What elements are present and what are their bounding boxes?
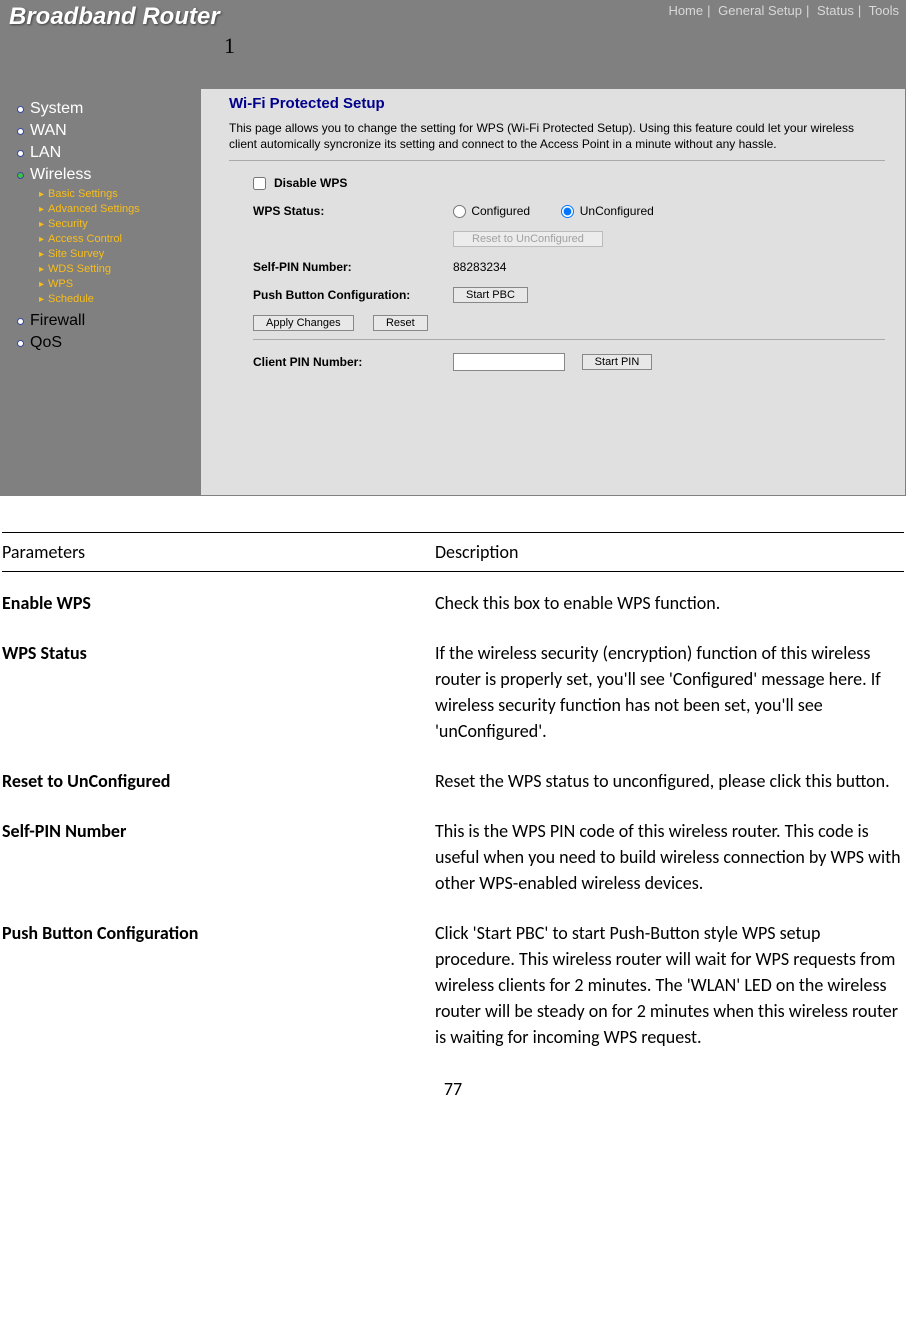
corner-number: 1	[224, 33, 235, 59]
nav-sub-site-survey[interactable]: ▸Site Survey	[39, 247, 189, 262]
nav-wireless-sub: ▸Basic Settings ▸Advanced Settings ▸Secu…	[39, 187, 189, 307]
nav-sub-access-control[interactable]: ▸Access Control	[39, 232, 189, 247]
param-name: Reset to UnConfigured	[2, 768, 435, 818]
doc-section: Parameters Description Enable WPS Check …	[0, 524, 906, 1074]
sidebar-nav: System WAN LAN Wireless ▸Basic Settings …	[1, 89, 201, 495]
router-top-nav: Home| General Setup| Status| Tools	[668, 3, 899, 18]
nav-sub-wds[interactable]: ▸WDS Setting	[39, 262, 189, 277]
nav-wan[interactable]: WAN	[17, 121, 189, 141]
param-name: Enable WPS	[2, 590, 435, 640]
nav-firewall[interactable]: Firewall	[17, 311, 189, 331]
start-pin-button[interactable]: Start PIN	[582, 354, 653, 370]
apply-changes-button[interactable]: Apply Changes	[253, 315, 354, 331]
table-row: Push Button Configuration Click 'Start P…	[2, 920, 904, 1074]
table-row: Self-PIN Number This is the WPS PIN code…	[2, 818, 904, 920]
nav-sub-wps[interactable]: ▸WPS	[39, 277, 189, 292]
router-title: Broadband Router	[9, 3, 220, 31]
self-pin-label: Self-PIN Number:	[253, 260, 453, 274]
param-desc: Check this box to enable WPS function.	[435, 590, 904, 640]
param-name: WPS Status	[2, 640, 435, 768]
router-header: Broadband Router Home| General Setup| St…	[1, 1, 905, 89]
client-pin-input[interactable]	[453, 353, 565, 371]
nav-lan[interactable]: LAN	[17, 143, 189, 163]
table-header-row: Parameters Description	[2, 533, 904, 572]
divider	[229, 160, 885, 161]
nav-sub-security[interactable]: ▸Security	[39, 217, 189, 232]
radio-unconfigured[interactable]	[561, 205, 574, 218]
page-number: 77	[0, 1074, 906, 1110]
divider-2	[253, 339, 885, 340]
param-desc: Reset the WPS status to unconfigured, pl…	[435, 768, 904, 818]
start-pbc-button[interactable]: Start PBC	[453, 287, 528, 303]
table-row: WPS Status If the wireless security (enc…	[2, 640, 904, 768]
radio-configured[interactable]	[453, 205, 466, 218]
nav-sub-advanced[interactable]: ▸Advanced Settings	[39, 202, 189, 217]
nav-wireless[interactable]: Wireless	[17, 165, 189, 185]
topnav-home[interactable]: Home	[668, 3, 703, 18]
table-row: Reset to UnConfigured Reset the WPS stat…	[2, 768, 904, 818]
th-parameters: Parameters	[2, 533, 435, 572]
page-desc: This page allows you to change the setti…	[229, 120, 885, 152]
page-heading: Wi-Fi Protected Setup	[229, 95, 885, 112]
nav-system[interactable]: System	[17, 99, 189, 119]
client-pin-label: Client PIN Number:	[253, 355, 453, 369]
router-admin-ui: Broadband Router Home| General Setup| St…	[0, 0, 906, 496]
nav-sub-basic[interactable]: ▸Basic Settings	[39, 187, 189, 202]
param-desc: Click 'Start PBC' to start Push-Button s…	[435, 920, 904, 1074]
param-desc: If the wireless security (encryption) fu…	[435, 640, 904, 768]
nav-sub-schedule[interactable]: ▸Schedule	[39, 292, 189, 307]
wps-status-label: WPS Status:	[253, 204, 453, 218]
nav-qos[interactable]: QoS	[17, 333, 189, 353]
th-description: Description	[435, 533, 904, 572]
pbc-label: Push Button Configuration:	[253, 288, 453, 302]
self-pin-value: 88283234	[453, 260, 885, 274]
param-name: Push Button Configuration	[2, 920, 435, 1074]
topnav-status[interactable]: Status	[817, 3, 854, 18]
topnav-general-setup[interactable]: General Setup	[718, 3, 802, 18]
reset-button[interactable]: Reset	[373, 315, 428, 331]
reset-unconfigured-button[interactable]: Reset to UnConfigured	[453, 231, 603, 247]
disable-wps-label: Disable WPS	[274, 176, 347, 190]
table-row: Enable WPS Check this box to enable WPS …	[2, 590, 904, 640]
disable-wps-checkbox[interactable]	[253, 177, 266, 190]
param-name: Self-PIN Number	[2, 818, 435, 920]
parameters-table: Parameters Description Enable WPS Check …	[2, 532, 904, 1074]
topnav-tools[interactable]: Tools	[869, 3, 899, 18]
param-desc: This is the WPS PIN code of this wireles…	[435, 818, 904, 920]
content-panel: Wi-Fi Protected Setup This page allows y…	[201, 89, 905, 495]
